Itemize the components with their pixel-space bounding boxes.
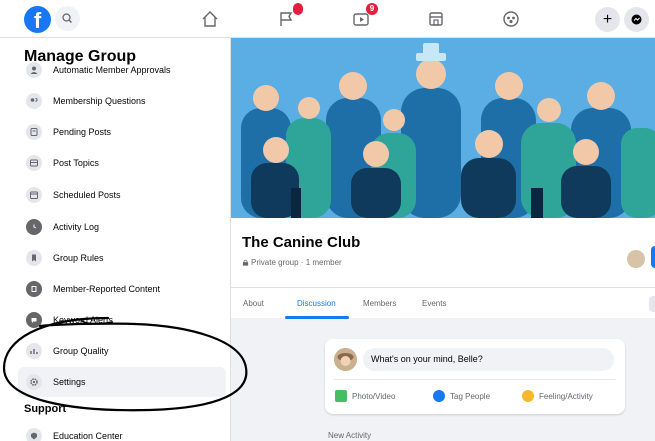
notification-badge [293, 3, 303, 15]
new-activity-heading: New Activity [328, 431, 372, 440]
smiley-icon [522, 390, 534, 402]
photo-icon [335, 390, 347, 402]
sidebar-item-label: Pending Posts [53, 127, 112, 137]
sidebar-item-label: Keyword Alerts [53, 315, 114, 325]
marketplace-icon [429, 12, 443, 26]
sidebar-item-automatic-member-approvals[interactable]: Automatic Member Approvals [18, 55, 226, 85]
sidebar-item-label: Post Topics [53, 158, 99, 168]
sidebar-item-education-center[interactable]: Education Center [18, 421, 226, 441]
messenger-icon [631, 14, 642, 25]
sidebar-item-member-reported-content[interactable]: Member-Reported Content [18, 274, 226, 304]
cover-illustration [231, 38, 655, 218]
nav-pages[interactable] [275, 3, 303, 30]
sidebar-item-activity-log[interactable]: Activity Log [18, 212, 226, 242]
nav-marketplace[interactable] [425, 8, 447, 30]
sidebar-item-pending-posts[interactable]: Pending Posts [18, 117, 226, 147]
tag-people-button[interactable]: Tag People [433, 387, 490, 405]
sidebar-item-label: Scheduled Posts [53, 190, 121, 200]
photo-video-button[interactable]: Photo/Video [335, 387, 395, 405]
user-avatar[interactable] [334, 348, 357, 371]
user-avatar-image [334, 348, 357, 371]
invite-button[interactable] [651, 246, 655, 268]
plus-icon: + [602, 11, 613, 28]
member-avatar[interactable] [625, 248, 647, 270]
tab-discussion[interactable]: Discussion [297, 299, 336, 308]
feeling-activity-label: Feeling/Activity [539, 391, 593, 401]
home-icon [202, 11, 218, 27]
create-button[interactable]: + [595, 7, 620, 32]
group-header: The Canine Club Private group · 1 member… [231, 218, 655, 319]
composer-input[interactable]: What's on your mind, Belle? [363, 348, 614, 371]
group-cover-photo [231, 38, 655, 218]
groups-icon [503, 11, 519, 27]
active-tab-indicator [285, 316, 349, 319]
nav-groups[interactable] [500, 8, 522, 30]
sidebar-item-group-quality[interactable]: Group Quality [18, 336, 226, 366]
top-navigation-bar: f 9 + [0, 0, 655, 38]
search-button[interactable] [55, 6, 80, 31]
sidebar-item-label: Activity Log [53, 222, 100, 232]
video-badge: 9 [366, 3, 378, 15]
search-icon [62, 13, 72, 23]
sidebar-item-scheduled-posts[interactable]: Scheduled Posts [18, 180, 226, 210]
main-content: The Canine Club Private group · 1 member… [231, 38, 655, 441]
tab-events[interactable]: Events [422, 299, 446, 308]
pending-posts-icon [26, 124, 42, 140]
manage-group-sidebar: Manage Group Automatic Member Approvals … [0, 38, 231, 441]
sidebar-item-settings[interactable]: Settings [18, 367, 226, 397]
gear-icon [26, 374, 42, 390]
photo-video-label: Photo/Video [352, 391, 396, 401]
sidebar-item-label: Membership Questions [53, 96, 146, 106]
sidebar-item-membership-questions[interactable]: Membership Questions [18, 86, 226, 116]
sidebar-item-label: Settings [53, 377, 86, 387]
group-privacy-info: Private group · 1 member [242, 258, 342, 267]
tabs-more-button[interactable] [649, 296, 655, 312]
nav-home[interactable] [199, 8, 221, 30]
feeling-activity-button[interactable]: Feeling/Activity [522, 387, 593, 405]
calendar-icon [26, 187, 42, 203]
post-composer: What's on your mind, Belle? Photo/Video … [325, 339, 625, 414]
group-meta-text: Private group · 1 member [251, 258, 342, 267]
quality-icon [26, 343, 42, 359]
sidebar-item-label: Education Center [53, 431, 123, 441]
group-name: The Canine Club [242, 234, 361, 251]
sidebar-item-post-topics[interactable]: Post Topics [18, 148, 226, 178]
group-tabs: About Discussion Members Events [231, 287, 655, 319]
messenger-button[interactable] [624, 7, 649, 32]
lock-icon [242, 259, 249, 266]
keyword-icon [26, 312, 42, 328]
facebook-logo[interactable]: f [24, 6, 51, 33]
question-icon [26, 93, 42, 109]
tag-people-icon [433, 390, 445, 402]
member-approvals-icon [26, 62, 42, 78]
sidebar-item-group-rules[interactable]: Group Rules [18, 243, 226, 273]
clock-icon [26, 219, 42, 235]
nav-watch[interactable]: 9 [350, 3, 378, 30]
report-icon [26, 281, 42, 297]
tab-about[interactable]: About [243, 299, 264, 308]
rules-icon [26, 250, 42, 266]
sidebar-item-label: Group Rules [53, 253, 104, 263]
tab-members[interactable]: Members [363, 299, 396, 308]
education-icon [26, 428, 42, 441]
sidebar-support-heading: Support [24, 403, 67, 415]
post-topics-icon [26, 155, 42, 171]
sidebar-item-label: Member-Reported Content [53, 284, 161, 294]
sidebar-item-label: Group Quality [53, 346, 109, 356]
tag-people-label: Tag People [450, 391, 491, 401]
sidebar-item-keyword-alerts[interactable]: Keyword Alerts [18, 305, 226, 335]
sidebar-item-label: Automatic Member Approvals [53, 65, 171, 75]
composer-divider [334, 379, 616, 380]
